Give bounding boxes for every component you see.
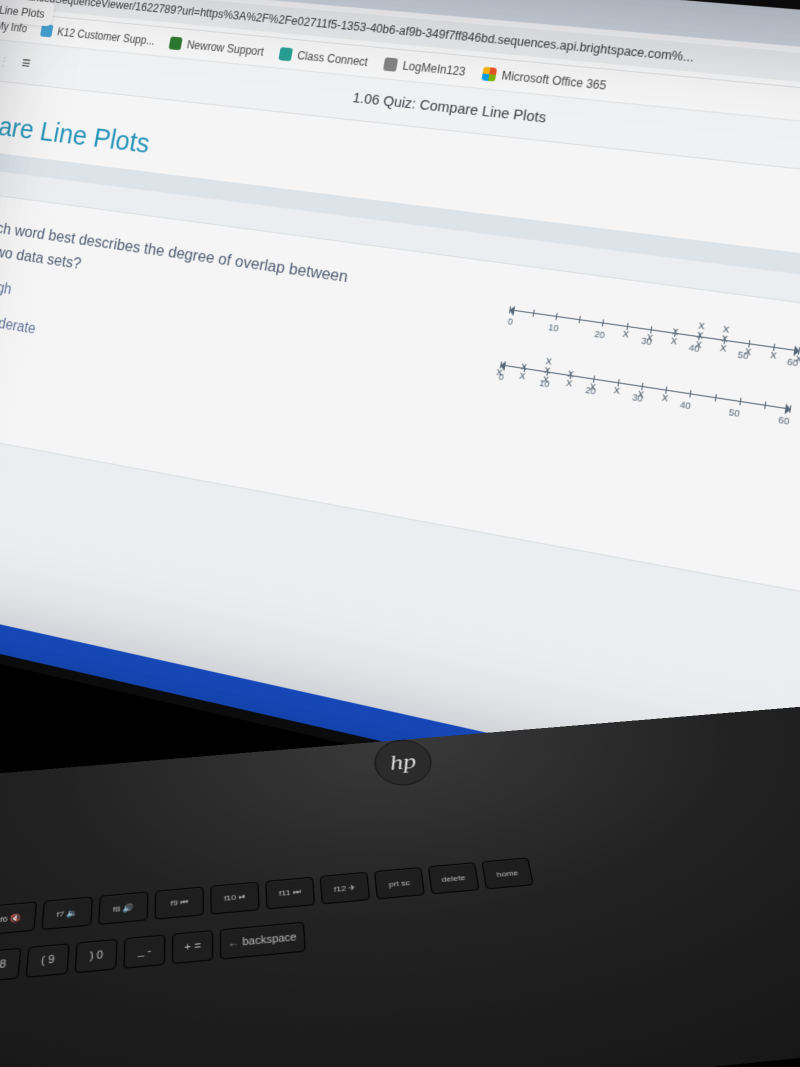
- keyboard-num-row: 2%^ 6& 7* 8( 9) 0_ -+ =← backspace: [0, 922, 306, 1006]
- key[interactable]: home: [481, 857, 533, 889]
- square-icon: [169, 36, 183, 50]
- key[interactable]: f10 ⏯: [210, 882, 259, 915]
- key[interactable]: f8 🔊: [98, 891, 148, 924]
- key[interactable]: f9 ⏮: [154, 887, 203, 920]
- circle-icon: [383, 57, 398, 72]
- photo-scene: Compare Line Plots × + are Line Plots 2l…: [0, 0, 800, 1067]
- square-icon: [279, 47, 294, 61]
- hp-logo: hp: [372, 738, 435, 788]
- profile-chip-label: are Line Plots: [0, 1, 46, 20]
- bookmark-newrow[interactable]: Newrow Support: [169, 36, 265, 58]
- option-label: high: [0, 279, 13, 299]
- microsoft-icon: [481, 66, 497, 81]
- key[interactable]: ) 0: [74, 939, 117, 973]
- line-plot-2: XXXXXXXXXXXX 0102030405060: [498, 364, 791, 426]
- hamburger-icon[interactable]: ≡: [20, 54, 32, 73]
- bookmark-label: LogMeIn123: [402, 59, 467, 79]
- option-label: moderate: [0, 313, 37, 338]
- bookmark-label: Newrow Support: [186, 38, 265, 58]
- key[interactable]: f12 ✈: [320, 872, 371, 905]
- key[interactable]: _ -: [123, 934, 165, 968]
- key[interactable]: f7 🔉: [41, 896, 93, 930]
- key[interactable]: + =: [172, 930, 213, 964]
- key[interactable]: delete: [428, 862, 480, 894]
- bookmark-k12[interactable]: K12 Customer Supp...: [40, 24, 156, 48]
- key[interactable]: prt sc: [374, 867, 425, 899]
- question-right: XXXXXXXXXXXXX 0102030405060 XXXXXXXXXXXX…: [364, 271, 800, 565]
- key[interactable]: ← backspace: [220, 922, 306, 960]
- bookmark-label: Microsoft Office 365: [501, 68, 608, 92]
- key[interactable]: f11 ⏭: [265, 877, 315, 910]
- key[interactable]: ( 9: [25, 943, 69, 978]
- divider-icon: ⋮: [0, 53, 11, 68]
- bookmark-label: K12 Customer Supp...: [56, 25, 156, 47]
- bookmark-office365[interactable]: Microsoft Office 365: [481, 66, 607, 92]
- key[interactable]: f6 🔇: [0, 901, 37, 935]
- bookmark-class-connect[interactable]: Class Connect: [279, 47, 369, 69]
- laptop-base: hp f3 ✱f4 ⧉f5f6 🔇f7 🔉f8 🔊f9 ⏮f10 ⏯f11 ⏭f…: [0, 692, 800, 1067]
- key[interactable]: * 8: [0, 948, 21, 983]
- bookmark-logmein[interactable]: LogMeIn123: [383, 57, 466, 78]
- bookmark-label: Class Connect: [296, 48, 369, 68]
- question-left: Which word best describes the degree of …: [0, 213, 375, 465]
